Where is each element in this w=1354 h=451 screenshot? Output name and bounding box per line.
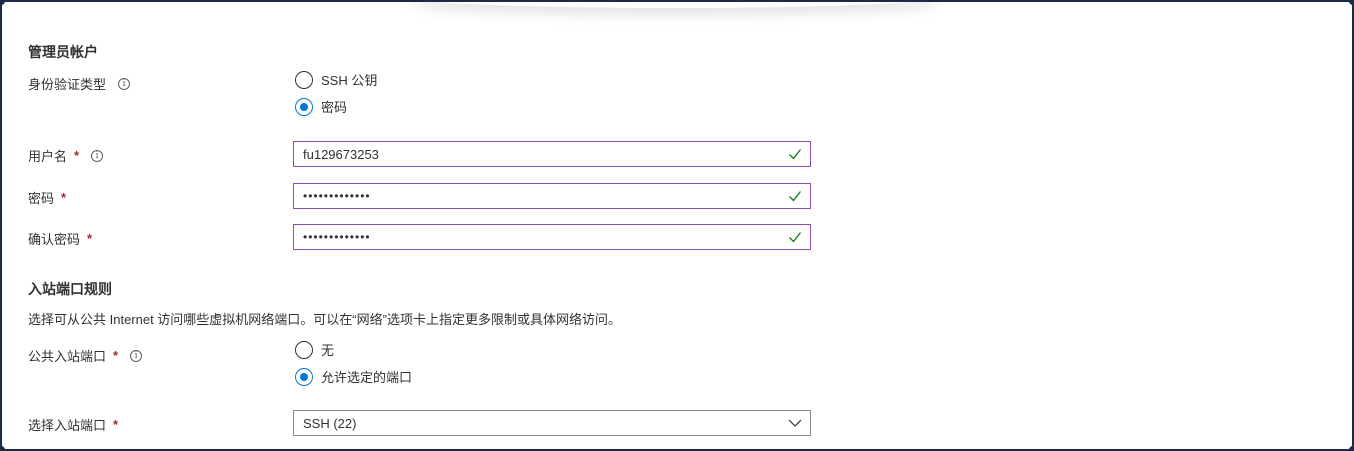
password-input[interactable]: ••••••••••••• (293, 183, 811, 209)
required-marker: * (61, 190, 67, 205)
radio-circle-checked[interactable] (295, 367, 313, 386)
confirm-password-value: ••••••••••••• (303, 230, 371, 244)
confirm-password-label-text: 确认密码 (28, 232, 81, 247)
public-ports-label-text: 公共入站端口 (28, 349, 107, 364)
check-icon (789, 232, 802, 243)
select-ports-value: SSH (22) (303, 415, 357, 431)
radio-circle[interactable] (295, 340, 313, 359)
required-marker: * (87, 231, 93, 246)
username-label: 用户名 * i (28, 146, 104, 165)
radio-allow-selected[interactable]: 允许选定的端口 (295, 367, 412, 386)
radio-password-label: 密码 (321, 100, 348, 115)
radio-ssh-key[interactable]: SSH 公钥 (295, 70, 377, 89)
radio-password[interactable]: 密码 (295, 97, 347, 116)
select-ports-label: 选择入站端口 * (28, 415, 118, 434)
frame-corner (0, 446, 5, 451)
info-icon[interactable]: i (118, 77, 131, 90)
radio-ssh-key-label: SSH 公钥 (321, 73, 378, 88)
check-icon (789, 149, 802, 160)
username-value: fu129673253 (303, 146, 379, 162)
radio-allow-selected-label: 允许选定的端口 (321, 370, 413, 385)
radio-none-label: 无 (321, 343, 335, 358)
required-marker: * (113, 348, 119, 363)
required-marker: * (113, 417, 119, 432)
info-icon[interactable]: i (91, 149, 104, 162)
confirm-password-label: 确认密码 * (28, 229, 92, 248)
username-label-text: 用户名 (28, 149, 68, 164)
check-icon (789, 191, 802, 202)
frame-corner (1349, 0, 1354, 5)
info-icon[interactable]: i (130, 349, 143, 362)
radio-circle-checked[interactable] (295, 97, 313, 116)
admin-section-title: 管理员帐户 (28, 44, 98, 60)
auth-type-label: 身份验证类型 i (28, 74, 131, 93)
frame-corner (1349, 446, 1354, 451)
username-input[interactable]: fu129673253 (293, 141, 811, 167)
required-marker: * (74, 148, 80, 163)
confirm-password-input[interactable]: ••••••••••••• (293, 224, 811, 250)
inbound-description: 选择可从公共 Internet 访问哪些虚拟机网络端口。可以在“网络”选项卡上指… (28, 312, 621, 327)
auth-type-label-text: 身份验证类型 (28, 77, 107, 92)
radio-none[interactable]: 无 (295, 340, 334, 359)
password-label-text: 密码 (28, 191, 55, 206)
password-label: 密码 * (28, 188, 66, 207)
select-ports-dropdown[interactable]: SSH (22) (293, 410, 811, 436)
frame-corner (0, 0, 5, 5)
chevron-down-icon (788, 419, 802, 427)
radio-circle[interactable] (295, 70, 313, 89)
password-value: ••••••••••••• (303, 189, 371, 203)
top-shadow (410, 0, 940, 8)
select-ports-label-text: 选择入站端口 (28, 418, 107, 433)
inbound-section-title: 入站端口规则 (28, 281, 112, 297)
public-ports-label: 公共入站端口 * i (28, 346, 143, 365)
